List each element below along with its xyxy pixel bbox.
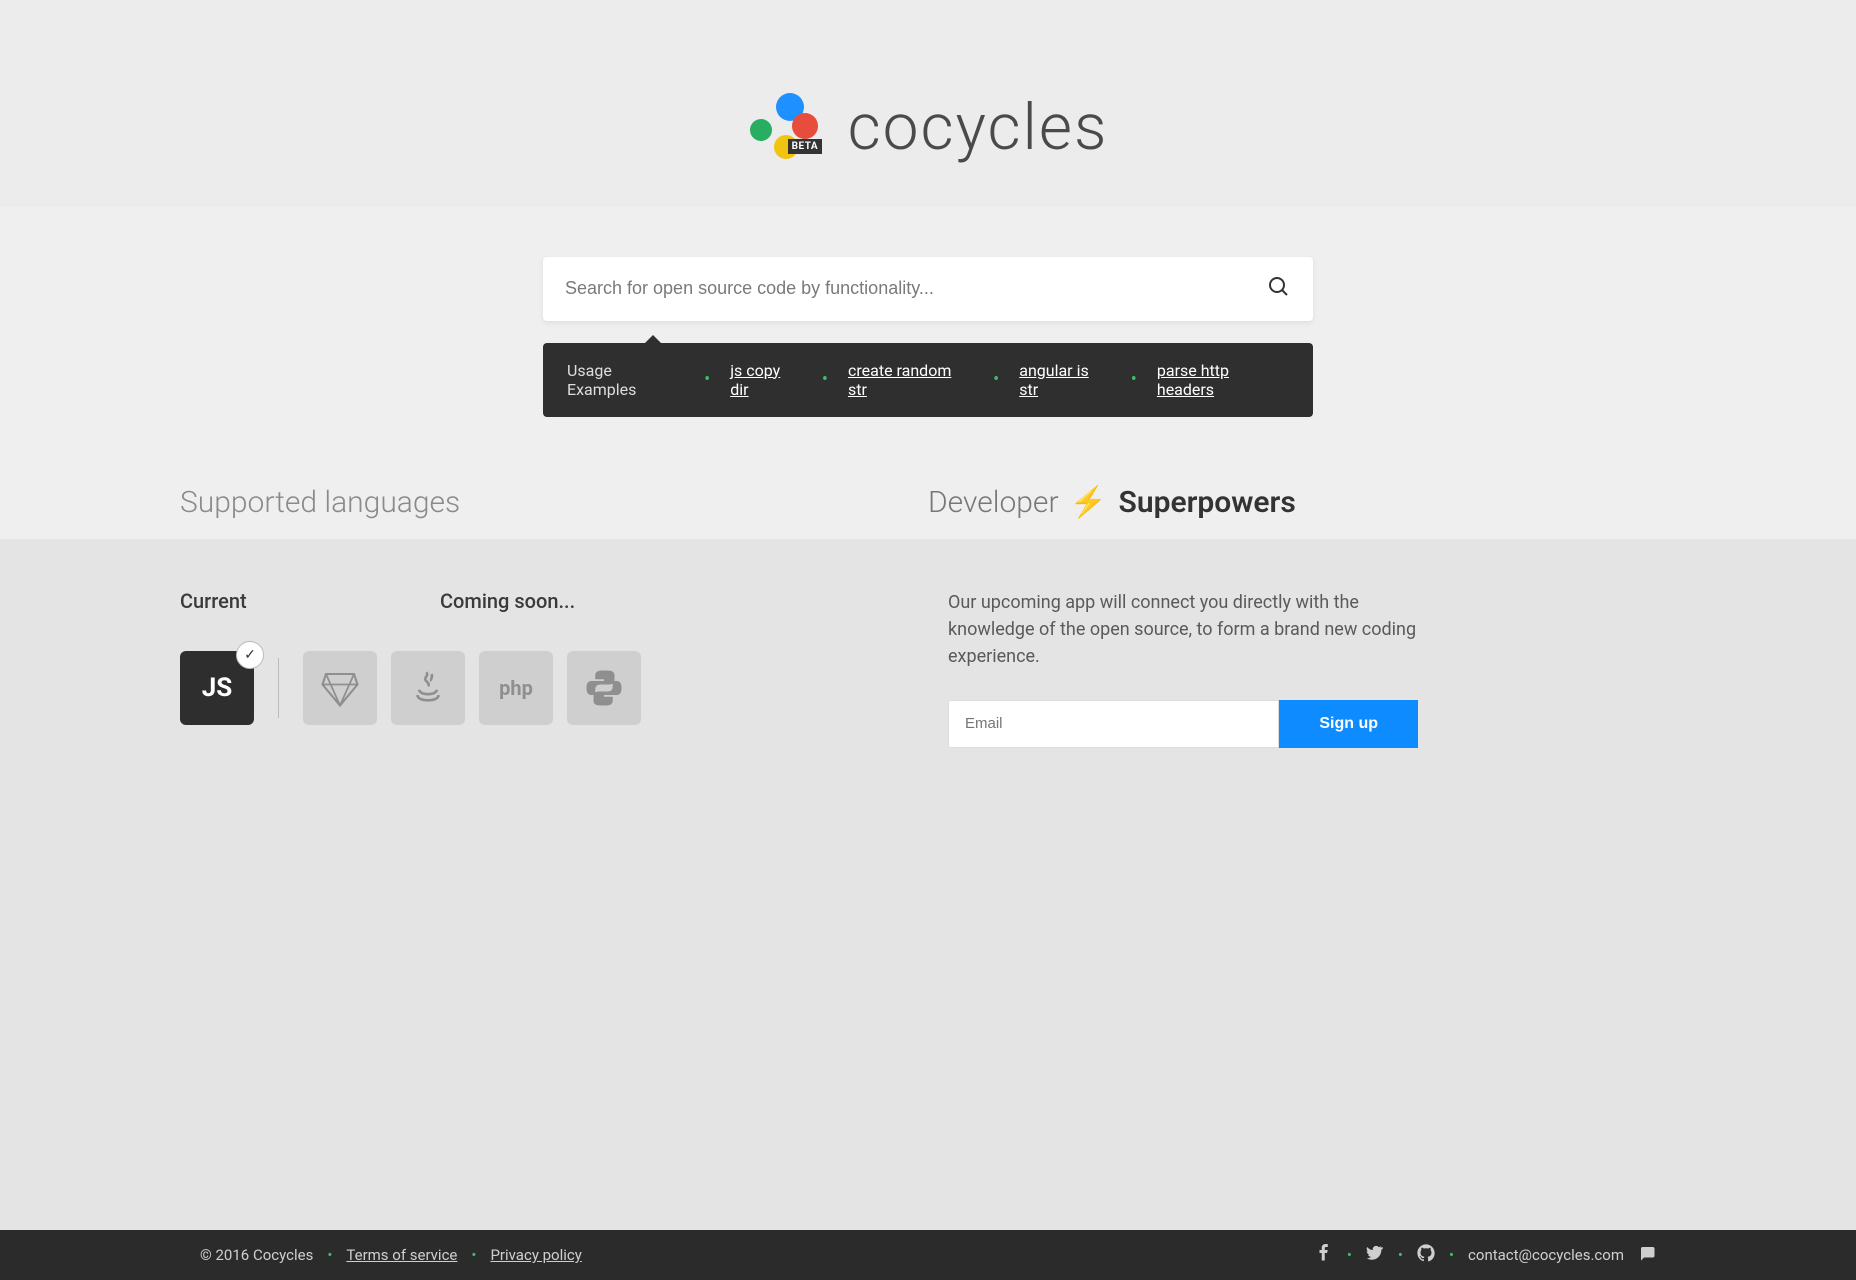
example-link[interactable]: angular is str: [1019, 361, 1111, 399]
signup-button[interactable]: Sign up: [1279, 700, 1418, 748]
languages-block: Current Coming soon... JS ✓ php: [180, 589, 908, 1231]
example-link[interactable]: create random str: [848, 361, 973, 399]
lang-tile-java: [391, 651, 465, 725]
github-icon[interactable]: [1417, 1244, 1435, 1266]
hero: BETA cocycles: [0, 0, 1856, 207]
terms-link[interactable]: Terms of service: [346, 1246, 457, 1264]
usage-examples-label: Usage Examples: [567, 361, 684, 399]
superpowers-block: Our upcoming app will connect you direct…: [948, 589, 1676, 1231]
lang-tile-ruby: [303, 651, 377, 725]
lang-tile-php: php: [479, 651, 553, 725]
divider: [278, 658, 279, 718]
facebook-icon[interactable]: [1315, 1244, 1333, 1266]
logo-mark: BETA: [748, 93, 828, 163]
chat-icon[interactable]: [1638, 1244, 1656, 1266]
copyright: © 2016 Cocycles: [200, 1246, 313, 1264]
section-headings: Supported languages Developer ⚡ Superpow…: [0, 467, 1856, 539]
supported-languages-heading: Supported languages: [180, 485, 928, 520]
developer-superpowers-heading: Developer ⚡ Superpowers: [928, 485, 1676, 520]
superpowers-description: Our upcoming app will connect you direct…: [948, 589, 1428, 670]
lang-tile-python: [567, 651, 641, 725]
current-label: Current: [180, 589, 280, 613]
search-input[interactable]: [565, 278, 1218, 299]
search-icon[interactable]: [1267, 275, 1291, 303]
signup-form: Sign up: [948, 700, 1418, 748]
content-row: Current Coming soon... JS ✓ php Our upco: [0, 539, 1856, 1231]
footer: © 2016 Cocycles• Terms of service • Priv…: [0, 1230, 1856, 1280]
bolt-icon: ⚡: [1070, 485, 1107, 520]
email-input[interactable]: [948, 700, 1279, 748]
brand-name: cocycles: [848, 90, 1109, 165]
search-section: Usage Examples • js copy dir • create ra…: [0, 207, 1856, 467]
privacy-link[interactable]: Privacy policy: [490, 1246, 581, 1264]
coming-soon-label: Coming soon...: [440, 589, 575, 613]
beta-badge: BETA: [788, 139, 823, 154]
example-link[interactable]: js copy dir: [730, 361, 802, 399]
lang-tile-js[interactable]: JS ✓: [180, 651, 254, 725]
twitter-icon[interactable]: [1366, 1244, 1384, 1266]
usage-examples: Usage Examples • js copy dir • create ra…: [543, 343, 1313, 417]
example-link[interactable]: parse http headers: [1157, 361, 1289, 399]
check-icon: ✓: [236, 641, 264, 669]
logo: BETA cocycles: [748, 90, 1109, 165]
contact-email[interactable]: contact@cocycles.com: [1468, 1246, 1624, 1264]
search-bar[interactable]: [543, 257, 1313, 321]
